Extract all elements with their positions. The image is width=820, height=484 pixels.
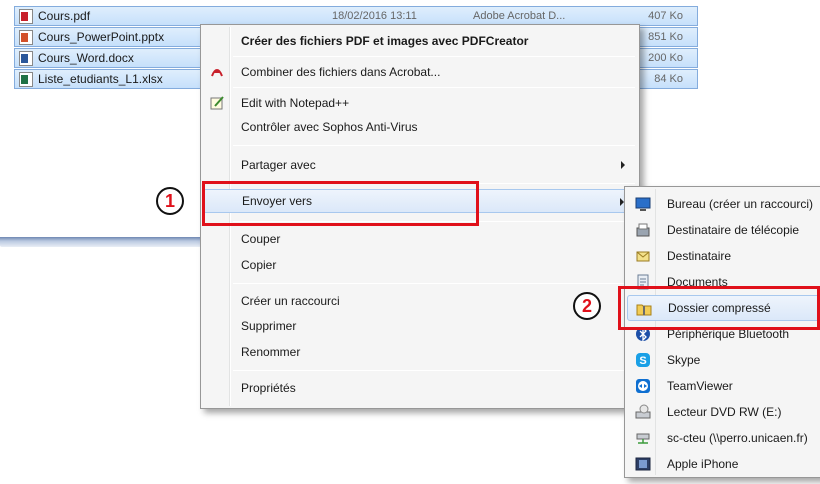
file-name: Liste_etudiants_L1.xlsx [38,72,163,86]
send-to-iphone[interactable]: Apple iPhone [627,451,820,477]
menu-separator [233,283,635,284]
send-to-mail[interactable]: Destinataire [627,243,820,269]
docx-file-icon [19,50,33,66]
desktop-icon [635,197,651,211]
network-drive-icon [636,433,650,444]
notepad-plus-icon [210,96,224,110]
step1-highlight-box [202,181,479,226]
step2-highlight-box [618,286,820,330]
pptx-file-icon [19,29,33,45]
mail-recipient-icon [636,251,650,262]
send-to-submenu: Bureau (créer un raccourci) Destinataire… [624,186,820,478]
file-date: 18/02/2016 13:11 [332,10,417,22]
submenu-arrow-icon [621,161,625,169]
menu-separator [233,56,635,57]
send-to-fax[interactable]: Destinataire de télécopie [627,217,820,243]
file-size: 200 Ko [648,52,683,64]
menu-item-share-with[interactable]: Partager avec [203,153,637,177]
pdf-file-icon [19,8,33,24]
svg-text:S: S [639,355,646,367]
menu-item-create-pdf[interactable]: Créer des fichiers PDF et images avec PD… [203,29,637,53]
menu-item-sophos[interactable]: Contrôler avec Sophos Anti-Virus [203,115,637,139]
file-row-cours-pdf[interactable]: Cours.pdf 18/02/2016 13:11 Adobe Acrobat… [14,6,698,26]
dvd-drive-icon [635,404,651,419]
menu-item-rename[interactable]: Renommer [203,340,637,364]
menu-separator [233,145,635,146]
menu-item-properties[interactable]: Propriétés [203,376,637,400]
menu-item-cut[interactable]: Couper [203,227,637,251]
file-size: 851 Ko [648,31,683,43]
send-to-teamviewer[interactable]: TeamViewer [627,373,820,399]
step1-number-badge: 1 [156,187,184,215]
send-to-skype[interactable]: S Skype [627,347,820,373]
iphone-icon [635,457,651,471]
menu-separator [233,87,635,88]
send-to-dvd-drive[interactable]: Lecteur DVD RW (E:) [627,399,820,425]
menu-item-edit-notepad[interactable]: Edit with Notepad++ [203,91,637,115]
acrobat-icon [211,69,223,77]
menu-item-copy[interactable]: Copier [203,253,637,277]
file-type: Adobe Acrobat D... [473,10,566,22]
file-name: Cours.pdf [38,9,91,23]
step2-number-badge: 2 [573,292,601,320]
menu-separator [233,370,635,371]
fax-icon [636,223,650,237]
file-name: Cours_PowerPoint.pptx [38,30,165,44]
file-size: 407 Ko [648,10,683,22]
menu-item-delete[interactable]: Supprimer [203,314,637,338]
send-to-network-drive[interactable]: sc-cteu (\\perro.unicaen.fr) [627,425,820,451]
skype-icon: S [636,353,650,367]
menu-item-create-shortcut[interactable]: Créer un raccourci [203,289,637,313]
send-to-desktop[interactable]: Bureau (créer un raccourci) [627,191,820,217]
xlsx-file-icon [19,71,33,87]
menu-item-combine-acrobat[interactable]: Combiner des fichiers dans Acrobat... [203,60,637,84]
file-name: Cours_Word.docx [38,51,134,65]
teamviewer-icon [636,379,650,393]
file-size: 84 Ko [654,73,683,85]
